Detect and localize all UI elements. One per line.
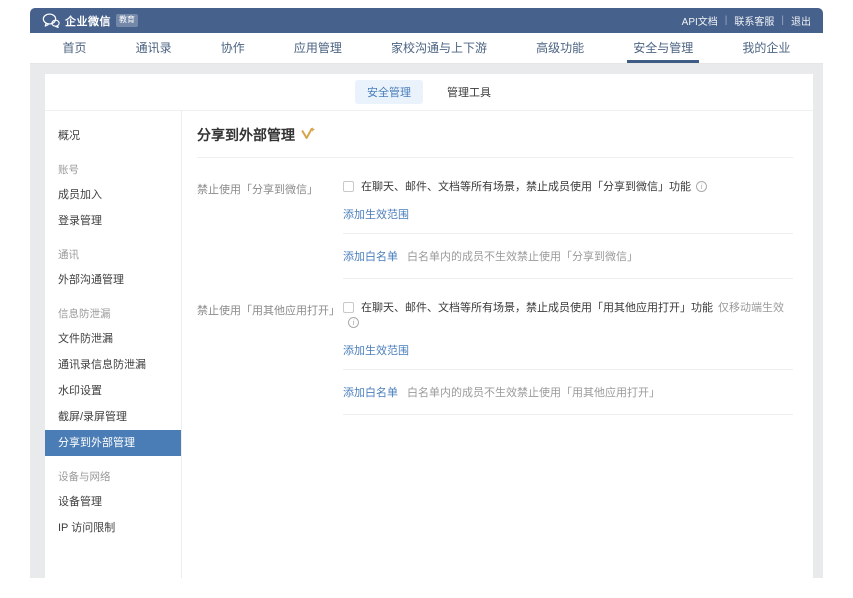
- sub-tabs: 安全管理 管理工具: [45, 74, 813, 111]
- tab-security-management[interactable]: 安全管理: [355, 80, 423, 104]
- link-separator: |: [781, 15, 784, 26]
- tab-management-tools[interactable]: 管理工具: [435, 80, 503, 104]
- sidebar-group-header-communication: 通讯: [45, 243, 181, 267]
- checkbox-forbid-share-to-wechat[interactable]: [343, 181, 354, 192]
- checkbox-row: 在聊天、邮件、文档等所有场景，禁止成员使用「分享到微信」功能: [343, 180, 793, 195]
- topbar: 企业微信 教育 API文档 | 联系客服 | 退出: [30, 8, 823, 33]
- contact-support-link[interactable]: 联系客服: [734, 13, 774, 28]
- nav-item-my-company[interactable]: 我的企业: [742, 33, 790, 63]
- link-separator: |: [725, 15, 728, 26]
- nav-item-advanced-features[interactable]: 高级功能: [536, 33, 584, 63]
- add-scope-link[interactable]: 添加生效范围: [343, 208, 409, 223]
- page-title: 分享到外部管理: [197, 125, 295, 145]
- nav-item-contacts[interactable]: 通讯录: [136, 33, 172, 63]
- app-shell: 企业微信 教育 API文档 | 联系客服 | 退出 首页 通讯录 协作 应用管理…: [30, 8, 823, 578]
- nav-item-collaboration[interactable]: 协作: [221, 33, 245, 63]
- brand-badge: 教育: [116, 14, 138, 26]
- sidebar-item-overview[interactable]: 概况: [45, 123, 181, 149]
- page-background: 安全管理 管理工具 概况 账号 成员加入 登录管理 通讯 外部沟通管理 信息防泄…: [30, 64, 823, 578]
- setting-label: 禁止使用「用其他应用打开」: [197, 301, 343, 359]
- checkbox-text: 在聊天、邮件、文档等所有场景，禁止成员使用「分享到微信」功能: [361, 181, 691, 193]
- mobile-only-note: 仅移动端生效: [718, 302, 784, 314]
- sidebar-item-login-management[interactable]: 登录管理: [45, 208, 181, 234]
- card-body: 概况 账号 成员加入 登录管理 通讯 外部沟通管理 信息防泄漏 文件防泄漏 通讯…: [45, 111, 813, 578]
- add-scope-link[interactable]: 添加生效范围: [343, 344, 409, 359]
- add-whitelist-link[interactable]: 添加白名单: [343, 251, 398, 263]
- nav-item-home[interactable]: 首页: [63, 33, 87, 63]
- checkbox-row: 在聊天、邮件、文档等所有场景，禁止成员使用「用其他应用打开」功能仅移动端生效: [343, 301, 793, 331]
- nav-item-app-management[interactable]: 应用管理: [294, 33, 342, 63]
- whitelist-description: 白名单内的成员不生效禁止使用「用其他应用打开」: [407, 387, 660, 399]
- logout-link[interactable]: 退出: [791, 13, 811, 28]
- content-panel: 分享到外部管理 禁止使用「分享到微信」: [182, 111, 813, 578]
- sidebar-group-header-device-network: 设备与网络: [45, 465, 181, 489]
- sidebar-item-ip-access-restriction[interactable]: IP 访问限制: [45, 515, 181, 541]
- sidebar-item-device-management[interactable]: 设备管理: [45, 489, 181, 515]
- add-whitelist-link[interactable]: 添加白名单: [343, 387, 398, 399]
- checkbox-forbid-open-with-other-app[interactable]: [343, 302, 354, 313]
- brand-name: 企业微信: [65, 13, 111, 29]
- sidebar-item-share-external-management[interactable]: 分享到外部管理: [45, 430, 181, 456]
- brand: 企业微信 教育: [42, 13, 138, 29]
- setting-forbid-open-with-other-app: 禁止使用「用其他应用打开」 在聊天、邮件、文档等所有场景，禁止成员使用「用其他应…: [197, 279, 793, 369]
- settings-card: 安全管理 管理工具 概况 账号 成员加入 登录管理 通讯 外部沟通管理 信息防泄…: [45, 74, 813, 578]
- divider: [343, 414, 793, 415]
- premium-v-sparkle-icon: [301, 127, 315, 140]
- setting-forbid-share-to-wechat: 禁止使用「分享到微信」 在聊天、邮件、文档等所有场景，禁止成员使用「分享到微信」…: [197, 158, 793, 233]
- sidebar-item-screenshot-recording-management[interactable]: 截屏/录屏管理: [45, 404, 181, 430]
- main-nav: 首页 通讯录 协作 应用管理 家校沟通与上下游 高级功能 安全与管理 我的企业: [30, 33, 823, 64]
- api-docs-link[interactable]: API文档: [682, 13, 718, 28]
- sidebar-item-watermark-settings[interactable]: 水印设置: [45, 378, 181, 404]
- sidebar-item-external-communication[interactable]: 外部沟通管理: [45, 267, 181, 293]
- whitelist-row-open-with-other-app: 添加白名单白名单内的成员不生效禁止使用「用其他应用打开」: [343, 370, 793, 414]
- topbar-links: API文档 | 联系客服 | 退出: [682, 13, 811, 28]
- wechat-work-logo-icon: [42, 13, 60, 28]
- sidebar-item-member-join[interactable]: 成员加入: [45, 182, 181, 208]
- checkbox-text: 在聊天、邮件、文档等所有场景，禁止成员使用「用其他应用打开」功能: [361, 302, 713, 314]
- nav-item-school-communication[interactable]: 家校沟通与上下游: [391, 33, 487, 63]
- sidebar-item-contacts-leak-prevention[interactable]: 通讯录信息防泄漏: [45, 352, 181, 378]
- sidebar-item-file-leak-prevention[interactable]: 文件防泄漏: [45, 326, 181, 352]
- setting-label: 禁止使用「分享到微信」: [197, 180, 343, 223]
- sidebar-group-header-account: 账号: [45, 158, 181, 182]
- nav-item-security-management[interactable]: 安全与管理: [633, 33, 693, 63]
- whitelist-description: 白名单内的成员不生效禁止使用「分享到微信」: [407, 251, 638, 263]
- whitelist-row-share-to-wechat: 添加白名单白名单内的成员不生效禁止使用「分享到微信」: [343, 234, 793, 278]
- info-icon[interactable]: [696, 181, 707, 192]
- sidebar-group-header-info-leak-prevention: 信息防泄漏: [45, 302, 181, 326]
- info-icon[interactable]: [348, 317, 359, 328]
- sidebar: 概况 账号 成员加入 登录管理 通讯 外部沟通管理 信息防泄漏 文件防泄漏 通讯…: [45, 111, 182, 578]
